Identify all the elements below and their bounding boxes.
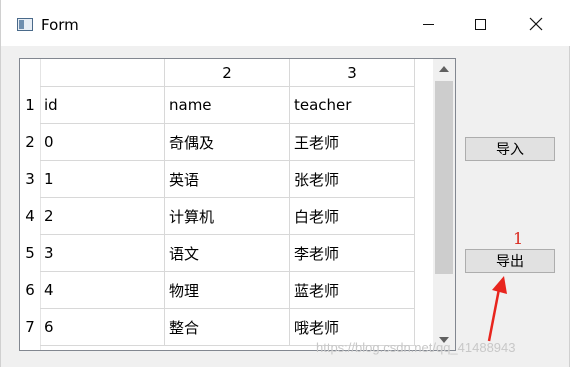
annotation-arrow-icon — [487, 276, 507, 342]
form-window: Form 2 3 1 id name teacher 2 0 奇偶及 王老师 3 1 英语 张老师 4 2 计算… — [0, 0, 570, 367]
watermark: https://blog.csdn.net/qq_41488943 — [316, 340, 516, 355]
